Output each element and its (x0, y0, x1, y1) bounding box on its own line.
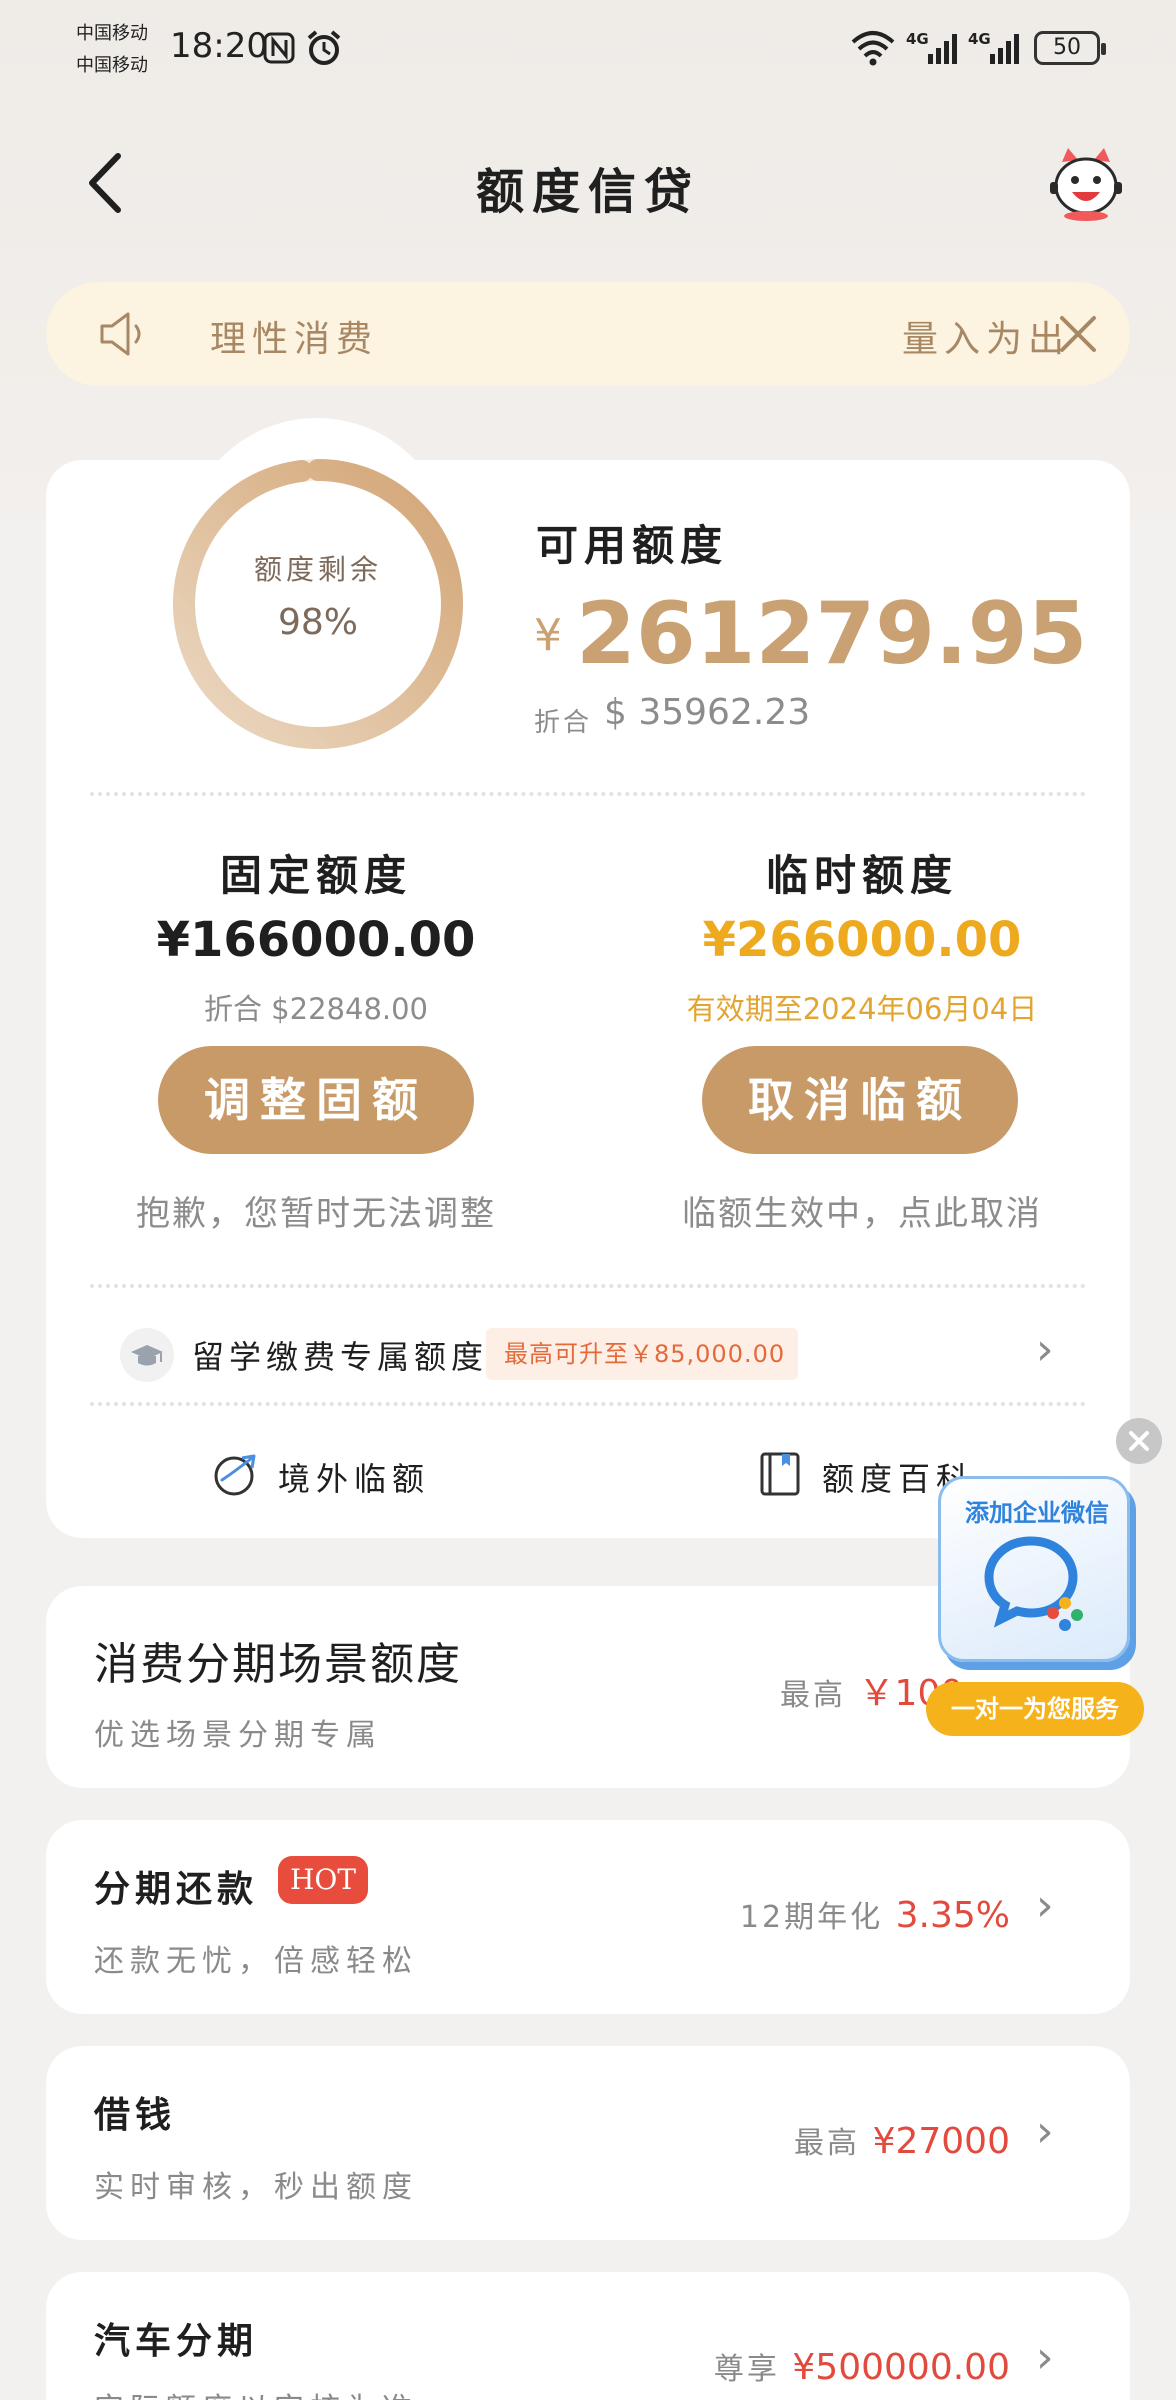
chevron-right-icon: › (1036, 2332, 1054, 2383)
ring-percent: 98% (277, 602, 358, 643)
fixed-credit-note: 抱歉，您暂时无法调整 (136, 1194, 496, 1234)
car-installment-card[interactable]: 汽车分期 实际额度以审核为准 尊享 ¥500000.00 › (46, 2272, 1130, 2400)
installment-scene-subtitle: 优选场景分期专属 (94, 1718, 382, 1753)
fixed-credit-converted: 折合 $22848.00 (203, 992, 429, 1026)
divider (90, 1284, 1086, 1288)
borrow-max: 最高 ¥27000 (794, 2118, 1010, 2162)
borrow-card[interactable]: 借钱 实时审核，秒出额度 最高 ¥27000 › (46, 2046, 1130, 2240)
rate-label: 12期年化 (739, 1900, 884, 1935)
available-credit-title: 可用额度 (536, 521, 729, 570)
max-value: ¥500000.00 (792, 2347, 1010, 2388)
max-label: 最高 (780, 1678, 846, 1713)
rate-value: 3.35% (895, 1895, 1010, 1936)
close-icon (1129, 1431, 1149, 1451)
graduation-cap-icon (120, 1328, 174, 1382)
svg-text:4G: 4G (906, 30, 929, 48)
installment-repay-subtitle: 还款无忧，倍感轻松 (94, 1944, 418, 1979)
wecom-title: 添加企业微信 (965, 1499, 1109, 1527)
chevron-right-icon: › (1036, 2106, 1054, 2157)
temp-credit-note[interactable]: 临额生效中，点此取消 (632, 1186, 1092, 1235)
carrier-1: 中国移动 (76, 23, 148, 44)
temp-credit-expiry: 有效期至2024年06月04日 (686, 992, 1038, 1026)
chevron-right-icon: › (1036, 1880, 1054, 1931)
notice-banner: 理性消费 量入为出 (46, 282, 1130, 386)
mascot-avatar-icon[interactable] (1048, 146, 1124, 222)
borrow-title: 借钱 (94, 2095, 177, 2136)
hot-badge: HOT (278, 1856, 368, 1904)
temp-credit-title: 临时额度 (765, 851, 958, 900)
app-header: 额度信贷 (0, 120, 1176, 246)
installment-repay-card[interactable]: 分期还款 HOT 还款无忧，倍感轻松 12期年化 3.35% › (46, 1820, 1130, 2014)
wifi-icon (851, 31, 895, 66)
close-icon[interactable] (1056, 312, 1100, 356)
wecom-service-pill[interactable]: 一对一为您服务 (926, 1682, 1144, 1736)
status-bar: 中国移动 中国移动 18:20 4G 4G 50 (0, 0, 1176, 96)
signal-4g-icon-2: 4G (968, 30, 1019, 64)
available-credit-amount: 261279.95 (576, 584, 1088, 684)
plane-globe-icon (214, 1454, 256, 1496)
adjust-fixed-credit-button[interactable]: 调整固额 (158, 1046, 474, 1154)
float-close-button[interactable] (1116, 1418, 1162, 1464)
divider (90, 792, 1086, 796)
chevron-right-icon: › (1036, 1324, 1054, 1375)
book-icon (760, 1452, 800, 1496)
ring-label: 额度剩余 (253, 553, 382, 586)
cancel-temp-credit-button[interactable]: 取消临额 (702, 1046, 1018, 1154)
fixed-credit-amount: ¥166000.00 (156, 912, 476, 968)
page-title: 额度信贷 (475, 164, 700, 220)
signal-4g-icon-1: 4G (906, 30, 957, 64)
carrier-2: 中国移动 (76, 55, 148, 76)
currency-symbol: ¥ (534, 610, 562, 661)
installment-repay-rate: 12期年化 3.35% (740, 1892, 1010, 1936)
borrow-subtitle: 实时审核，秒出额度 (94, 2170, 418, 2205)
svg-text:4G: 4G (968, 30, 991, 48)
max-value: ¥27000 (872, 2121, 1010, 2162)
battery-indicator: 50 (1034, 31, 1106, 65)
car-installment-max: 尊享 ¥500000.00 (714, 2344, 1010, 2388)
converted-label: 折合 (534, 708, 593, 738)
clock: 18:20 (170, 26, 268, 66)
study-abroad-credit-row[interactable]: 留学缴费专属额度 最高可升至￥85,000.00 › (46, 1308, 1130, 1398)
overseas-temp-credit-link[interactable]: 境外临额 (278, 1454, 430, 1500)
installment-scene-title: 消费分期场景额度 (94, 1639, 462, 1690)
converted-amount: $ 35962.23 (604, 692, 811, 733)
study-abroad-badge: 最高可升至￥85,000.00 (486, 1328, 798, 1380)
speaker-icon (100, 312, 141, 356)
car-installment-subtitle: 实际额度以审核为准 (94, 2384, 418, 2400)
notice-text-right: 量入为出 (902, 319, 1071, 360)
wecom-logo-icon (984, 1536, 1083, 1631)
temp-credit-amount: ¥266000.00 (702, 912, 1022, 968)
fixed-credit-title: 固定额度 (219, 851, 412, 900)
installment-repay-title: 分期还款 (94, 1869, 259, 1910)
divider (90, 1402, 1086, 1406)
alarm-icon (307, 30, 341, 65)
nfc-icon (263, 32, 295, 64)
notice-text-left: 理性消费 (210, 319, 379, 360)
max-label: 尊享 (713, 2352, 780, 2387)
study-abroad-label: 留学缴费专属额度 (192, 1338, 489, 1376)
max-label: 最高 (794, 2126, 861, 2161)
wecom-widget[interactable]: 添加企业微信 (938, 1476, 1130, 1662)
car-installment-title: 汽车分期 (94, 2321, 259, 2362)
carrier-info: 中国移动 中国移动 (76, 18, 148, 82)
